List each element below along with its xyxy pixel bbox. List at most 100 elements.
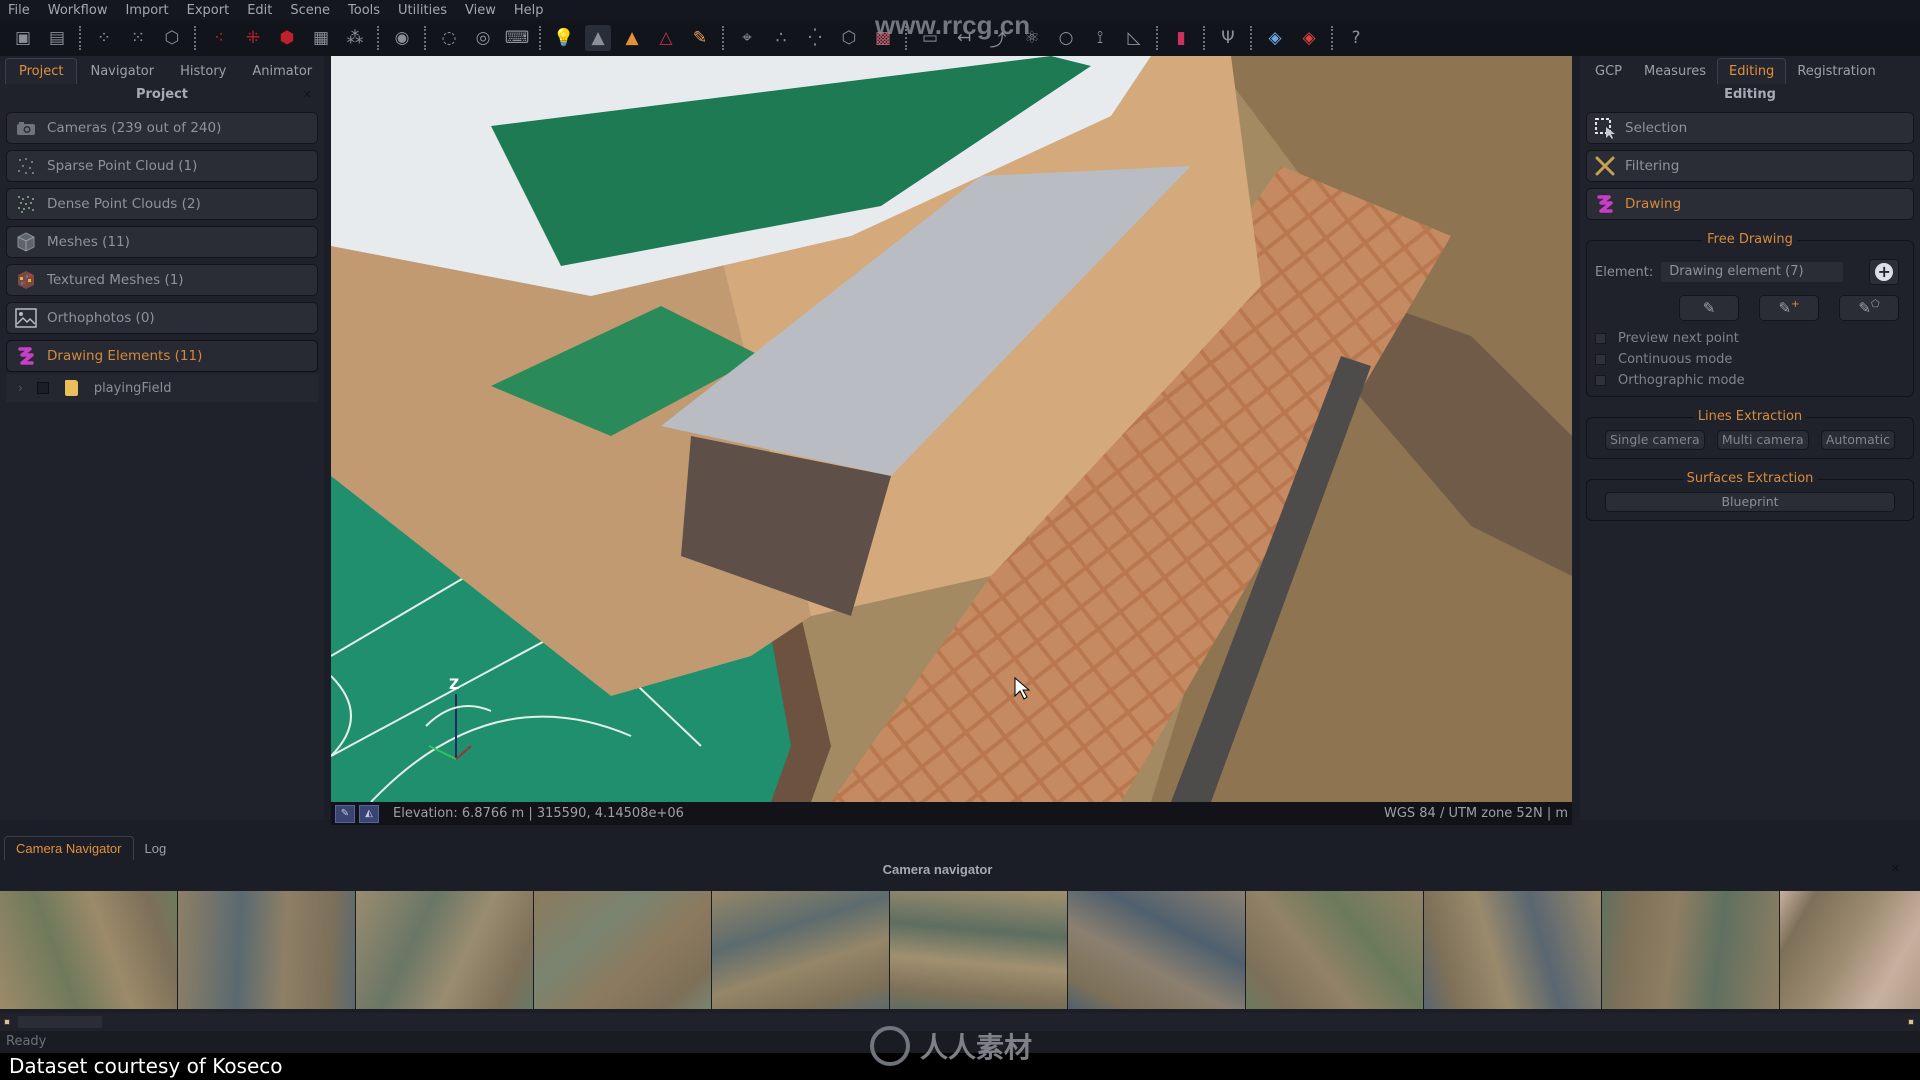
scroll-left-icon[interactable] bbox=[4, 1019, 10, 1025]
chart-icon[interactable]: ▮ bbox=[1168, 25, 1194, 51]
bottom-tabs: Camera Navigator Log bbox=[0, 834, 1920, 860]
menu-tools[interactable]: Tools bbox=[348, 3, 380, 18]
3d-viewport[interactable]: Z bbox=[331, 56, 1572, 802]
orbit-icon[interactable]: ◌ bbox=[436, 25, 462, 51]
project-item-drawing-elements[interactable]: Drawing Elements (11) bbox=[6, 340, 318, 372]
camera-thumbnail[interactable] bbox=[1602, 891, 1780, 1009]
blue-cube-icon[interactable]: ◈ bbox=[1262, 25, 1288, 51]
tab-gcp[interactable]: GCP bbox=[1584, 59, 1633, 84]
camera-thumbnail[interactable] bbox=[1780, 891, 1920, 1009]
camera-thumbnail[interactable] bbox=[890, 891, 1068, 1009]
shading-color-icon[interactable]: ▲ bbox=[619, 25, 645, 51]
red-cube-icon[interactable]: ◈ bbox=[1296, 25, 1322, 51]
project-item-textured-meshes[interactable]: Textured Meshes (1) bbox=[6, 264, 318, 296]
menu-edit[interactable]: Edit bbox=[247, 3, 272, 18]
tab-history[interactable]: History bbox=[167, 59, 239, 84]
option-continuous-mode[interactable]: Continuous mode bbox=[1595, 352, 1905, 367]
editing-item-drawing[interactable]: Drawing bbox=[1586, 188, 1914, 220]
tab-measures[interactable]: Measures bbox=[1633, 59, 1717, 84]
paint-brush-icon[interactable]: ✎ bbox=[687, 25, 713, 51]
camera-thumbnail[interactable] bbox=[0, 891, 178, 1009]
checkbox[interactable] bbox=[1595, 354, 1606, 365]
project-item-dense-point-clouds[interactable]: Dense Point Clouds (2) bbox=[6, 188, 318, 220]
expand-arrow-icon[interactable]: › bbox=[18, 381, 23, 395]
camera-thumbnail[interactable] bbox=[1246, 891, 1424, 1009]
tab-registration[interactable]: Registration bbox=[1786, 59, 1886, 84]
pick-mode-icon[interactable]: ✎ bbox=[335, 804, 355, 823]
single-camera-button[interactable]: Single camera bbox=[1605, 430, 1705, 450]
tab-log[interactable]: Log bbox=[134, 837, 178, 860]
tab-animator[interactable]: Animator bbox=[239, 59, 325, 84]
camera-thumbnail[interactable] bbox=[712, 891, 890, 1009]
menu-import[interactable]: Import bbox=[125, 3, 168, 18]
draw-polygon-button[interactable]: ✎⬠ bbox=[1839, 295, 1899, 321]
compute-sparse-icon[interactable]: ⁖ bbox=[206, 25, 232, 51]
filter-cloud-icon[interactable]: ⁂ bbox=[342, 25, 368, 51]
element-select[interactable]: Drawing element (7) bbox=[1661, 262, 1844, 282]
tab-project[interactable]: Project bbox=[5, 58, 78, 84]
close-icon[interactable]: ✕ bbox=[303, 84, 312, 106]
menu-export[interactable]: Export bbox=[187, 3, 230, 18]
wasd-icon[interactable]: ⌨ bbox=[504, 25, 530, 51]
menu-file[interactable]: File bbox=[8, 3, 30, 18]
help-icon[interactable]: ? bbox=[1343, 25, 1369, 51]
ortho-mode-icon[interactable]: ◭ bbox=[359, 804, 379, 823]
close-icon[interactable]: ✕ bbox=[1891, 862, 1900, 875]
tab-navigator[interactable]: Navigator bbox=[77, 59, 167, 84]
compute-mesh-icon[interactable]: ⬢ bbox=[274, 25, 300, 51]
mesh-view-icon[interactable]: ⬡ bbox=[836, 25, 862, 51]
axis-icon[interactable]: ⟟ bbox=[1087, 25, 1113, 51]
tab-camera-navigator[interactable]: Camera Navigator bbox=[4, 836, 134, 860]
sparse-view-icon[interactable]: ∴ bbox=[768, 25, 794, 51]
tree-item-playingfield[interactable]: › playingField bbox=[6, 374, 318, 402]
tool-icon[interactable]: Ψ bbox=[1215, 25, 1241, 51]
project-item-orthophotos[interactable]: Orthophotos (0) bbox=[6, 302, 318, 334]
camera-thumbnail[interactable] bbox=[356, 891, 534, 1009]
menu-help[interactable]: Help bbox=[514, 3, 544, 18]
scrollbar-handle[interactable] bbox=[18, 1016, 102, 1028]
save-icon[interactable]: ▤ bbox=[44, 25, 70, 51]
dense-cloud-icon[interactable]: ⁙ bbox=[125, 25, 151, 51]
loop-icon[interactable]: ○ bbox=[1053, 25, 1079, 51]
draw-line-button[interactable]: ✎ bbox=[1679, 295, 1739, 321]
editing-item-filtering[interactable]: Filtering bbox=[1586, 150, 1914, 182]
option-orthographic-mode[interactable]: Orthographic mode bbox=[1595, 373, 1905, 388]
watermark-url: www.rrcg.cn bbox=[875, 10, 1031, 40]
project-item-cameras[interactable]: Cameras (239 out of 240) bbox=[6, 112, 318, 144]
visibility-checkbox[interactable] bbox=[36, 382, 49, 394]
automatic-button[interactable]: Automatic bbox=[1820, 430, 1895, 450]
checkbox[interactable] bbox=[1595, 375, 1606, 386]
light-icon[interactable]: 💡 bbox=[551, 25, 577, 51]
camera-thumbnail[interactable] bbox=[1424, 891, 1602, 1009]
dense-view-icon[interactable]: ⁛ bbox=[802, 25, 828, 51]
new-project-icon[interactable]: ▣ bbox=[10, 25, 36, 51]
project-item-meshes[interactable]: Meshes (11) bbox=[6, 226, 318, 258]
tab-editing[interactable]: Editing bbox=[1717, 58, 1787, 84]
shading-flat-icon[interactable]: ▲ bbox=[585, 25, 611, 51]
project-item-sparse-point-cloud[interactable]: Sparse Point Cloud (1) bbox=[6, 150, 318, 182]
camera-icon[interactable]: ◉ bbox=[389, 25, 415, 51]
rotate-icon[interactable]: ◎ bbox=[470, 25, 496, 51]
ruler-icon[interactable]: ◺ bbox=[1121, 25, 1147, 51]
menu-view[interactable]: View bbox=[465, 3, 496, 18]
camera-thumbnail[interactable] bbox=[534, 891, 712, 1009]
compute-texture-icon[interactable]: ▦ bbox=[308, 25, 334, 51]
draw-add-button[interactable]: ✎+ bbox=[1759, 295, 1819, 321]
camera-thumbnail[interactable] bbox=[1068, 891, 1246, 1009]
menu-utilities[interactable]: Utilities bbox=[398, 3, 447, 18]
checkbox[interactable] bbox=[1595, 333, 1606, 344]
mesh-icon[interactable]: ⬡ bbox=[159, 25, 185, 51]
menu-workflow[interactable]: Workflow bbox=[48, 3, 108, 18]
shading-rgb-icon[interactable]: △ bbox=[653, 25, 679, 51]
camera-select-icon[interactable]: ⌖ bbox=[734, 25, 760, 51]
multi-camera-button[interactable]: Multi camera bbox=[1716, 430, 1809, 450]
option-preview-next-point[interactable]: Preview next point bbox=[1595, 331, 1905, 346]
sparse-cloud-icon[interactable]: ⁘ bbox=[91, 25, 117, 51]
compute-dense-icon[interactable]: ⁜ bbox=[240, 25, 266, 51]
menu-scene[interactable]: Scene bbox=[290, 3, 330, 18]
blueprint-button[interactable]: Blueprint bbox=[1605, 492, 1895, 512]
add-element-button[interactable]: + bbox=[1869, 259, 1900, 285]
camera-thumbnail[interactable] bbox=[178, 891, 356, 1009]
scroll-right-icon[interactable] bbox=[1908, 1019, 1914, 1025]
editing-item-selection[interactable]: Selection bbox=[1586, 112, 1914, 144]
